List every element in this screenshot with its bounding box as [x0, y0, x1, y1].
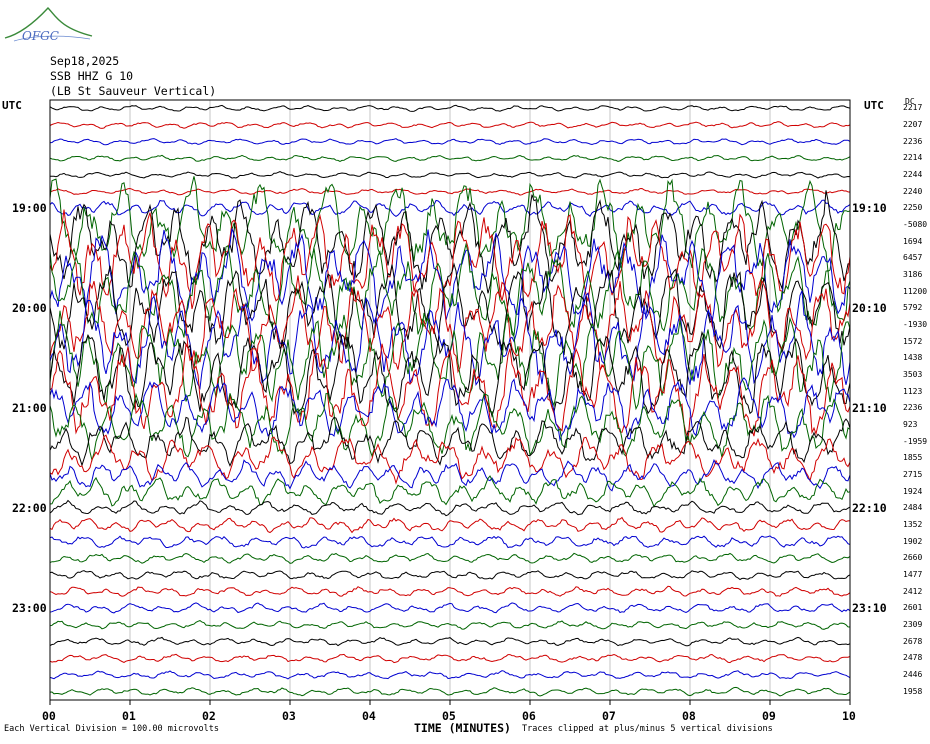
dc-offset: 5792 — [903, 303, 923, 313]
hour-label-left: 23:00 — [12, 601, 47, 616]
hour-label-right: 23:10 — [852, 601, 887, 616]
utc-right-label: UTC — [864, 99, 884, 112]
x-tick-label: 10 — [842, 709, 856, 723]
dc-offset: 2601 — [903, 603, 923, 613]
dc-offset: 2660 — [903, 553, 923, 563]
x-tick-label: 08 — [682, 709, 696, 723]
clip-note: Traces clipped at plus/minus 5 vertical … — [522, 724, 773, 734]
x-tick-label: 02 — [202, 709, 216, 723]
hour-label-left: 20:00 — [12, 301, 47, 316]
dc-offset: 2484 — [903, 503, 923, 513]
dc-offset: 1958 — [903, 686, 923, 696]
header-date: Sep18,2025 — [50, 54, 120, 68]
dc-offset: 2478 — [903, 653, 923, 663]
dc-offset: 2244 — [903, 170, 923, 179]
dc-offset: -1930 — [903, 320, 928, 329]
x-tick-label: 07 — [602, 709, 616, 723]
dc-offset: 2214 — [903, 153, 923, 163]
hour-label-right: 22:10 — [852, 501, 887, 516]
dc-offset: 3503 — [903, 370, 923, 379]
dc-offset: 1855 — [903, 453, 923, 463]
vertical-division-note: Each Vertical Division = 100.00 microvol… — [4, 724, 219, 734]
dc-offset: 1572 — [903, 336, 923, 346]
dc-offset: 2309 — [903, 620, 923, 629]
x-tick-label: 01 — [122, 709, 136, 723]
dc-offset: 2715 — [903, 470, 923, 479]
x-axis-title: TIME (MINUTES) — [414, 721, 511, 735]
logo: OFGC — [4, 6, 93, 43]
dc-offset: -1959 — [903, 436, 928, 446]
dc-offset: 2678 — [903, 636, 923, 646]
vertical-grid — [49, 100, 851, 700]
logo-text: OFGC — [22, 29, 59, 43]
dc-offset: 1694 — [903, 236, 923, 246]
dc-offset: 2240 — [903, 186, 923, 196]
dc-offset: -5080 — [903, 220, 928, 229]
dc-offset: 2446 — [903, 670, 923, 679]
hour-label-left: 19:00 — [12, 201, 47, 216]
x-tick-label: 03 — [282, 709, 296, 723]
dc-offset: 1352 — [903, 520, 923, 529]
x-tick-label: 06 — [522, 709, 536, 723]
header-station: SSB HHZ G 10 — [50, 69, 134, 83]
dc-offset: 2217 — [903, 103, 923, 113]
hour-label-right: 20:10 — [852, 301, 887, 316]
dc-offset: 11200 — [903, 286, 928, 296]
dc-offset: 2236 — [903, 136, 923, 146]
x-tick-label: 00 — [42, 709, 56, 723]
hour-label-right: 21:10 — [852, 401, 887, 416]
hour-label-right: 19:10 — [852, 201, 887, 216]
hour-label-left: 21:00 — [12, 401, 47, 416]
dc-offset: 2207 — [903, 120, 923, 129]
dc-offset: 2236 — [903, 403, 923, 413]
dc-offset: 6457 — [903, 253, 923, 263]
dc-offset: 3186 — [903, 270, 923, 279]
x-ticks — [49, 700, 851, 705]
seismogram-plot: OFGC — [4, 6, 851, 705]
dc-offset: 2412 — [903, 586, 923, 596]
header-location: (LB St Sauveur Vertical) — [50, 84, 217, 98]
dc-offset: 1902 — [903, 536, 923, 546]
dc-offset: 1438 — [903, 353, 923, 363]
x-tick-label: 04 — [362, 709, 376, 723]
dc-offset: 1123 — [903, 386, 923, 396]
utc-left-label: UTC — [2, 99, 22, 112]
dc-offset: 1477 — [903, 570, 923, 579]
dc-offset: 2250 — [903, 203, 923, 213]
hour-label-left: 22:00 — [12, 501, 47, 516]
x-tick-label: 09 — [762, 709, 776, 723]
dc-offset: 1924 — [903, 486, 923, 496]
dc-offset: 923 — [903, 420, 918, 429]
